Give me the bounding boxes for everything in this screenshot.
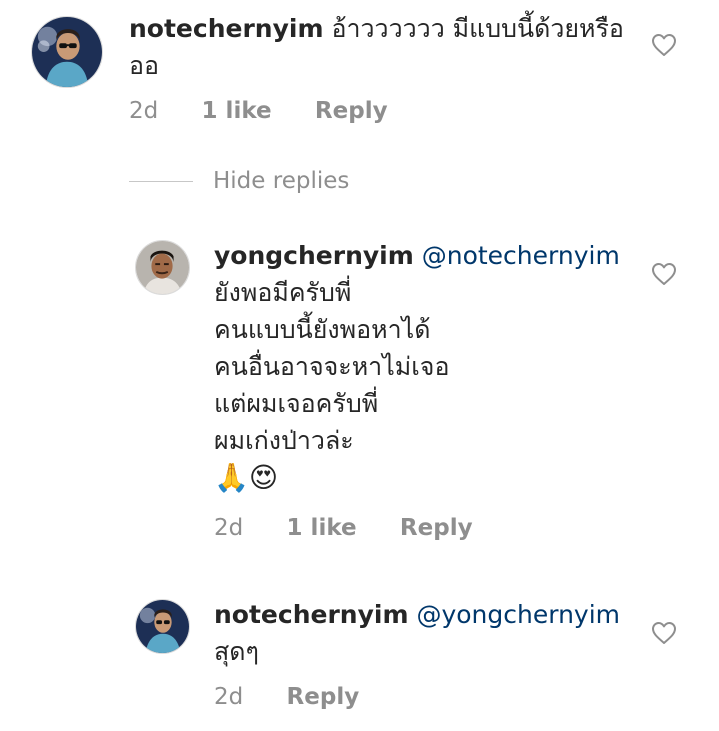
comment-text: notechernyim @yongchernyim สุดๆ bbox=[214, 596, 644, 670]
mention-link[interactable]: @yongchernyim bbox=[416, 600, 620, 629]
comment-text: notechernyim อ้าวววววว มีแบบนี้ด้วยหรือ … bbox=[129, 10, 629, 84]
comment-body-line: ยังพอมีครับพี่ bbox=[214, 278, 352, 307]
reply-button[interactable]: Reply bbox=[400, 515, 473, 541]
heart-outline-icon[interactable] bbox=[651, 262, 677, 286]
divider bbox=[129, 181, 193, 182]
comment-body-line: ผมเก่งป่าวล่ะ bbox=[214, 426, 354, 455]
comment-meta: 2d Reply bbox=[214, 684, 395, 710]
comment-body-line: คนแบบนี้ยังพอหาได้ bbox=[214, 315, 431, 344]
comment-body-line: แต่ผมเจอครับพี่ bbox=[214, 389, 379, 418]
comment-body-line: ออ bbox=[129, 51, 160, 80]
hide-replies-button[interactable]: Hide replies bbox=[129, 168, 349, 194]
comment-meta: 2d 1 like Reply bbox=[214, 515, 509, 541]
avatar[interactable] bbox=[135, 240, 190, 295]
heart-outline-icon[interactable] bbox=[651, 621, 677, 645]
comment-body-line: คนอื่นอาจจะหาไม่เจอ bbox=[214, 352, 450, 381]
emoji-line: 🙏😍 bbox=[214, 461, 279, 494]
comment-body-line: อ้าวววววว มีแบบนี้ด้วยหรือ bbox=[331, 14, 624, 43]
comment-username[interactable]: notechernyim bbox=[129, 14, 324, 43]
avatar[interactable] bbox=[31, 16, 103, 88]
comment-meta: 2d 1 like Reply bbox=[129, 98, 424, 124]
mention-link[interactable]: @notechernyim bbox=[422, 241, 620, 270]
comment-time: 2d bbox=[214, 684, 244, 710]
avatar[interactable] bbox=[135, 599, 190, 654]
comment-body-line: สุดๆ bbox=[214, 637, 259, 666]
comment-username[interactable]: yongchernyim bbox=[214, 241, 414, 270]
reply-button[interactable]: Reply bbox=[315, 98, 388, 124]
comment-time: 2d bbox=[214, 515, 244, 541]
like-count[interactable]: 1 like bbox=[287, 515, 357, 541]
comment-username[interactable]: notechernyim bbox=[214, 600, 409, 629]
hide-replies-label: Hide replies bbox=[213, 168, 350, 194]
comment-text: yongchernyim @notechernyim ยังพอมีครับพี… bbox=[214, 237, 644, 496]
heart-outline-icon[interactable] bbox=[651, 33, 677, 57]
like-count[interactable]: 1 like bbox=[202, 98, 272, 124]
reply-button[interactable]: Reply bbox=[287, 684, 360, 710]
comment-time: 2d bbox=[129, 98, 159, 124]
